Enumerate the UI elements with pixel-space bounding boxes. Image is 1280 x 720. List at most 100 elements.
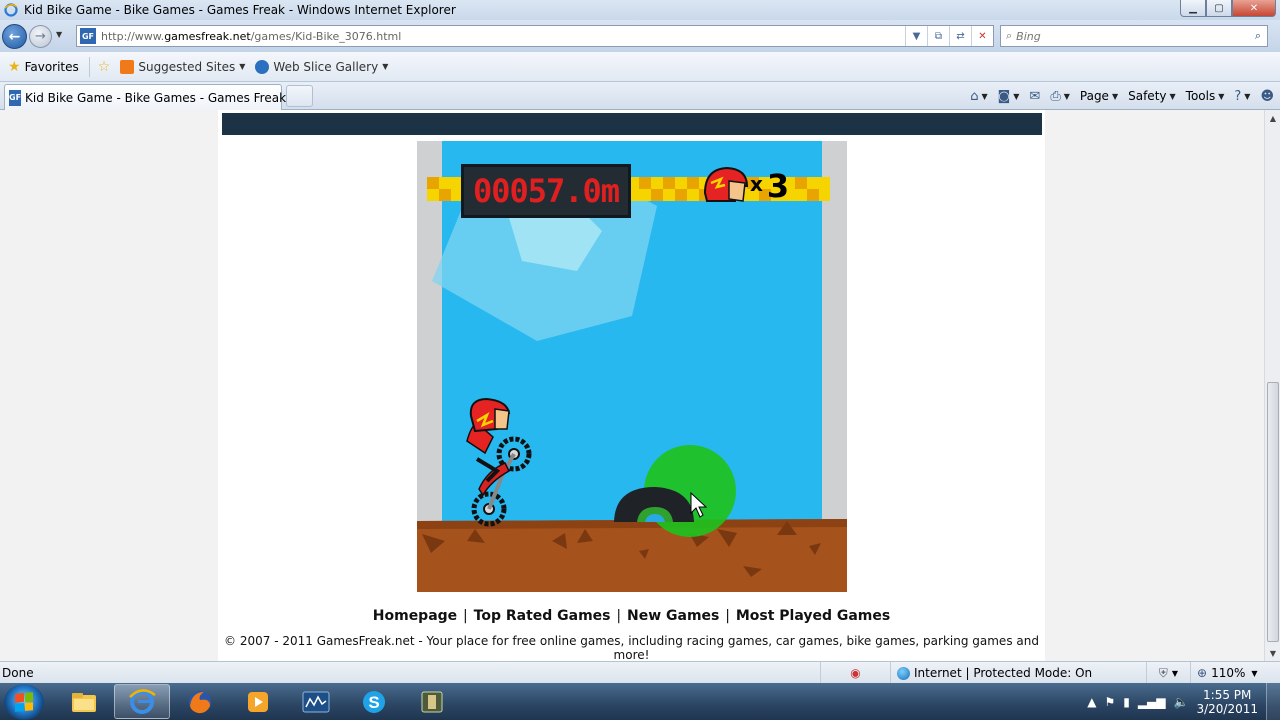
stop-icon: ✕	[978, 30, 987, 42]
mail-button[interactable]: ✉	[1029, 89, 1040, 104]
chevron-down-icon: ▼	[1218, 91, 1225, 101]
footer-links: Homepage | Top Rated Games | New Games |…	[218, 608, 1045, 624]
taskbar-recorder[interactable]	[288, 684, 344, 719]
taskbar-clock[interactable]: 1:55 PM 3/20/2011	[1196, 688, 1258, 716]
top-rated-games-link[interactable]: Top Rated Games	[474, 608, 611, 624]
taskbar-firefox[interactable]	[172, 684, 228, 719]
arrow-left-icon: ←	[8, 28, 21, 45]
url-host: gamesfreak.net	[164, 29, 251, 43]
network-signal-icon[interactable]: ▂▄▆	[1138, 695, 1166, 709]
web-slice-gallery-button[interactable]: Web Slice Gallery ▼	[255, 59, 388, 74]
chevron-down-icon: ▼	[1013, 91, 1020, 101]
history-dropdown[interactable]: ▼	[56, 30, 62, 39]
tools-menu[interactable]: Tools ▼	[1186, 89, 1225, 103]
taskbar-app[interactable]	[404, 684, 460, 719]
chevron-down-icon: ▼	[1063, 91, 1070, 101]
svg-text:S: S	[368, 693, 379, 712]
game-canvas[interactable]: 00057.0m x3	[417, 141, 847, 592]
print-button[interactable]: ⎙ ▼	[1050, 89, 1070, 104]
taskbar-media-player[interactable]	[230, 684, 286, 719]
suggested-sites-button[interactable]: Suggested Sites ▼	[120, 59, 246, 74]
chevron-down-icon: ▼	[239, 62, 246, 71]
tools-menu-label: Tools	[1185, 89, 1216, 103]
security-zone[interactable]: Internet | Protected Mode: On	[890, 662, 1146, 684]
chevron-down-icon: ▼	[981, 91, 988, 101]
clock-time: 1:55 PM	[1203, 687, 1252, 702]
safety-menu-label: Safety	[1128, 89, 1167, 103]
chevron-down-icon: ▼	[912, 30, 921, 42]
taskbar-explorer[interactable]	[56, 684, 112, 719]
maximize-button[interactable]: ▢	[1206, 0, 1232, 17]
research-button[interactable]: ☻	[1260, 89, 1274, 104]
power-icon[interactable]: ▮	[1123, 695, 1130, 709]
home-icon: ⌂	[970, 88, 979, 104]
zoom-level-label: 110%	[1211, 666, 1246, 680]
show-desktop-button[interactable]	[1266, 683, 1280, 720]
star-icon: ★	[8, 58, 21, 75]
link-separator: |	[725, 608, 730, 624]
firefox-icon	[189, 690, 211, 713]
command-bar: ⌂ ▼ ◙ ▼ ✉ ⎙ ▼ Page ▼ Safety ▼ Tools ▼ ? ▼ ☻	[960, 86, 1274, 106]
compatibility-view-button[interactable]: ⧉	[927, 26, 949, 46]
lives-value: 3	[766, 167, 790, 205]
compat-view-icon: ⧉	[934, 30, 943, 42]
taskbar-internet-explorer[interactable]	[114, 684, 170, 719]
scroll-down-button[interactable]: ▼	[1265, 645, 1280, 661]
arrow-right-icon: →	[35, 29, 46, 44]
forward-button[interactable]: →	[29, 25, 52, 48]
printer-icon: ⎙	[1050, 88, 1061, 104]
safety-menu[interactable]: Safety ▼	[1128, 89, 1176, 103]
security-zone-label: Internet | Protected Mode: On	[914, 666, 1093, 680]
ie-icon	[129, 688, 156, 714]
media-player-icon	[248, 691, 268, 712]
new-tab-button[interactable]	[286, 85, 313, 107]
search-input[interactable]	[1016, 29, 1237, 43]
privacy-report-button[interactable]: ◉	[820, 662, 890, 684]
windows-logo-icon	[15, 692, 33, 712]
copyright-text: © 2007 - 2011 GamesFreak.net - Your plac…	[224, 634, 1039, 661]
zoom-level-button[interactable]: ⊕ 110% ▼	[1190, 662, 1264, 684]
popup-blocker-button[interactable]: ⛨ ▼	[1146, 662, 1190, 684]
tab-row: GF Kid Bike Game - Bike Games - Games Fr…	[0, 82, 1280, 110]
search-icon[interactable]: ⌕	[1255, 29, 1261, 43]
window-title: Kid Bike Game - Bike Games - Games Freak…	[24, 3, 456, 17]
start-button[interactable]	[4, 684, 44, 720]
help-button[interactable]: ? ▼	[1234, 89, 1250, 104]
privacy-eye-icon: ◉	[850, 666, 861, 680]
home-button[interactable]: ⌂ ▼	[970, 89, 987, 104]
vertical-scrollbar[interactable]: ▲ ▼	[1264, 110, 1280, 661]
page-body: 00057.0m x3 Homepage | Top Rated Games |…	[218, 110, 1045, 661]
add-favorite-button[interactable]: ☆	[98, 59, 111, 75]
page-menu[interactable]: Page ▼	[1080, 89, 1118, 103]
address-dropdown-button[interactable]: ▼	[905, 26, 927, 46]
favorites-label: Favorites	[24, 59, 79, 74]
refresh-button[interactable]: ⇄	[949, 26, 971, 46]
scroll-up-button[interactable]: ▲	[1265, 110, 1280, 126]
feeds-button[interactable]: ◙ ▼	[998, 89, 1020, 104]
back-button[interactable]: ←	[2, 24, 27, 49]
chevron-down-icon: ▼	[1244, 91, 1251, 101]
minimize-button[interactable]: ▁	[1180, 0, 1206, 17]
action-center-flag-icon[interactable]: ⚑	[1104, 695, 1115, 709]
homepage-link[interactable]: Homepage	[373, 608, 457, 624]
address-bar[interactable]: GF http://www.gamesfreak.net/games/Kid-B…	[76, 25, 994, 47]
mail-icon: ✉	[1029, 88, 1041, 104]
stop-button[interactable]: ✕	[971, 26, 993, 46]
volume-icon[interactable]: 🔈	[1174, 695, 1189, 709]
scroll-thumb[interactable]	[1267, 382, 1279, 642]
search-box[interactable]: ⌕ ⌕	[1000, 25, 1268, 47]
show-hidden-icons-button[interactable]: ▲	[1087, 695, 1096, 709]
favorites-button[interactable]: ★ Favorites	[8, 59, 79, 75]
taskbar-skype[interactable]: S	[346, 684, 402, 719]
new-games-link[interactable]: New Games	[627, 608, 719, 624]
tab-kid-bike-game[interactable]: GF Kid Bike Game - Bike Games - Games Fr…	[4, 84, 286, 110]
lives-x: x	[750, 172, 763, 196]
taskbar: S ▲ ⚑ ▮ ▂▄▆ 🔈 1:55 PM 3/20/2011	[0, 683, 1280, 720]
lives-helmet-icon	[703, 166, 749, 202]
add-star-icon: ☆	[97, 58, 111, 75]
system-tray: ▲ ⚑ ▮ ▂▄▆ 🔈 1:55 PM 3/20/2011	[1087, 683, 1280, 720]
most-played-games-link[interactable]: Most Played Games	[736, 608, 890, 624]
zoom-icon: ⊕	[1197, 666, 1208, 680]
close-window-button[interactable]: ✕	[1232, 0, 1276, 17]
url-text[interactable]: http://www.gamesfreak.net/games/Kid-Bike…	[101, 30, 401, 43]
